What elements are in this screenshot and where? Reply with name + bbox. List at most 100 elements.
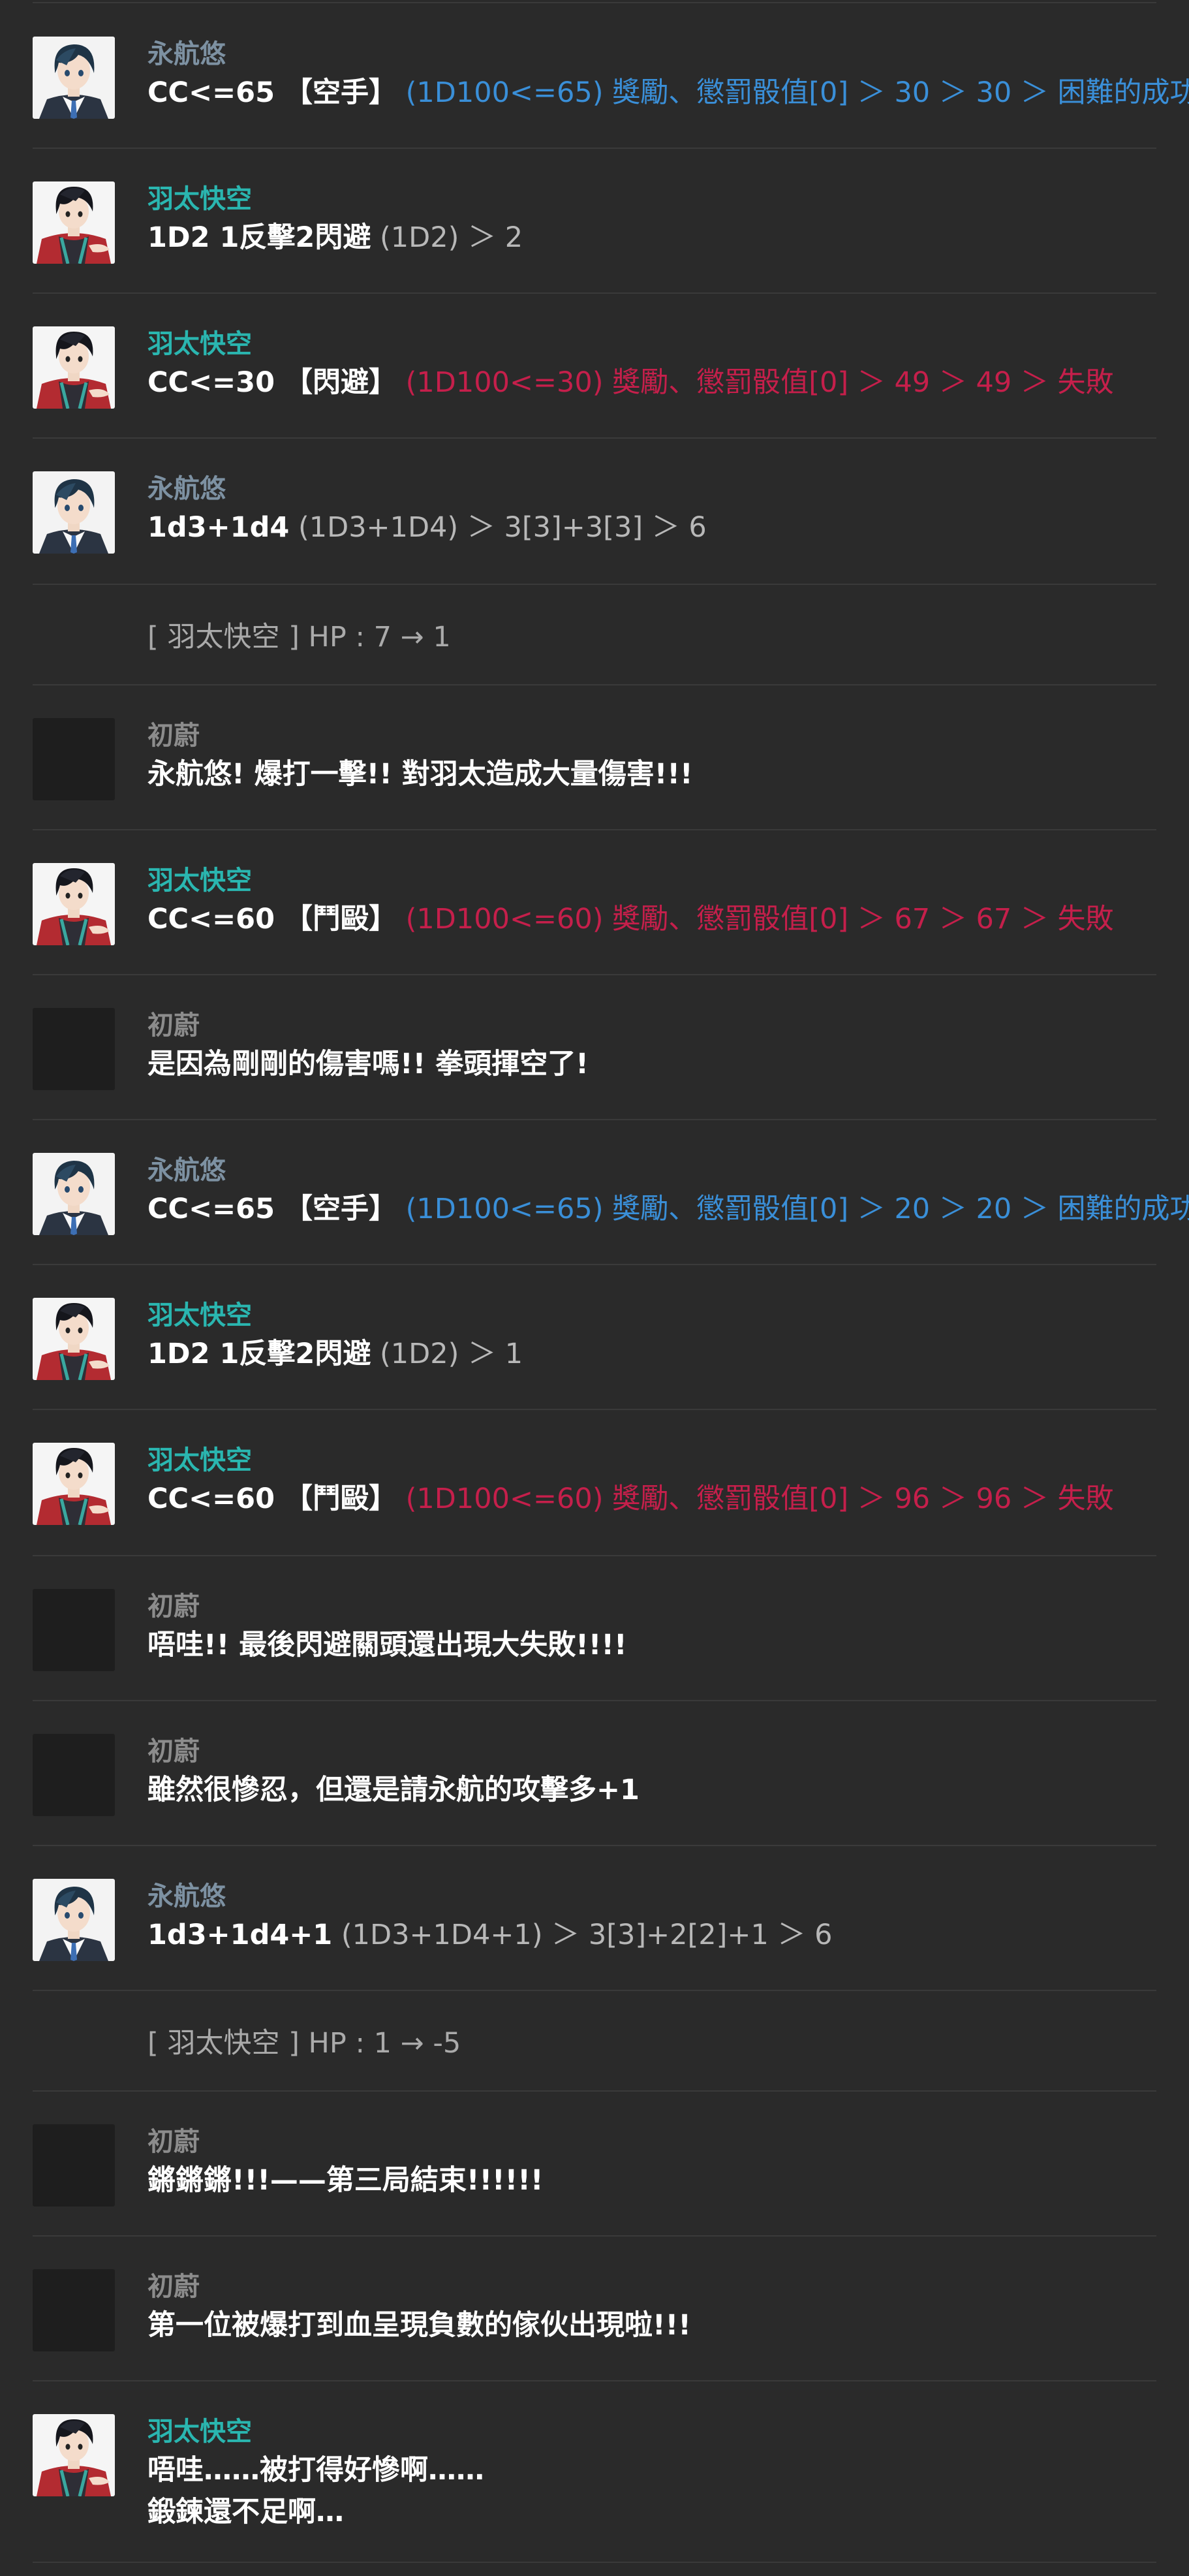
hp-change-note: [ 羽太快空 ] HP : 7 → 1 [147, 621, 451, 653]
message-text: 是因為剛剛的傷害嗎!! 拳頭揮空了! [147, 1048, 589, 1080]
hata-avatar[interactable] [33, 181, 115, 264]
blank-avatar[interactable] [33, 1589, 115, 1671]
blank-avatar[interactable] [33, 2124, 115, 2207]
chat-message: 羽太快空 CC<=60 【鬥毆】 (1D100<=60) 獎勵、懲罰骰值[0] ＞… [33, 1410, 1156, 1556]
message-body: 初蔚永航悠! 爆打一擊!! 對羽太造成大量傷害!!! [147, 718, 1156, 795]
dice-roll-line: CC<=60 【鬥毆】 (1D100<=60) 獎勵、懲罰骰值[0] ＞ 96 … [147, 1478, 1156, 1520]
chat-message: 羽太快空 CC<=60 【鬥毆】 (1D100<=60) 獎勵、懲罰骰值[0] ＞… [33, 830, 1156, 975]
message-body: 初蔚鏘鏘鏘!!!——第三局結束!!!!!! [147, 2124, 1156, 2201]
divider [33, 2, 1156, 3]
speaker-name[interactable]: 羽太快空 [147, 1443, 1156, 1478]
roll-command: CC<=60 【鬥毆】 [147, 903, 397, 935]
hp-change-note: [ 羽太快空 ] HP : 1 → -5 [147, 2027, 461, 2060]
message-text: 雖然很慘忍，但還是請永航的攻擊多+1 [147, 1774, 640, 1806]
message-body: 羽太快空 CC<=30 【閃避】 (1D100<=30) 獎勵、懲罰骰值[0] ＞… [147, 326, 1156, 403]
speaker-name[interactable]: 永航悠 [147, 37, 1156, 72]
chat-message: 初蔚鏘鏘鏘!!!——第三局結束!!!!!! [33, 2092, 1156, 2237]
message-text: 永航悠! 爆打一擊!! 對羽太造成大量傷害!!! [147, 758, 693, 791]
roll-result: (1D2) ＞ 2 [380, 221, 523, 254]
dice-roll-line: 1d3+1d4 (1D3+1D4) ＞ 3[3]+3[3] ＞ 6 [147, 507, 1156, 548]
speaker-name[interactable]: 羽太快空 [147, 2414, 1156, 2449]
chat-message: 初蔚唔哇!! 最後閃避關頭還出現大失敗!!!! [33, 1556, 1156, 1701]
message-body: 永航悠 CC<=65 【空手】 (1D100<=65) 獎勵、懲罰骰值[0] ＞ … [147, 37, 1189, 114]
roll-command: CC<=65 【空手】 [147, 76, 397, 109]
speaker-name[interactable]: 初蔚 [147, 1734, 1156, 1769]
hangkou-avatar[interactable] [33, 1153, 115, 1235]
hangkou-avatar[interactable] [33, 37, 115, 119]
message-body: 初蔚是因為剛剛的傷害嗎!! 拳頭揮空了! [147, 1008, 1156, 1085]
message-body: 羽太快空 唔哇……被打得好慘啊…… 鍛鍊還不足啊… [147, 2414, 1156, 2533]
speaker-name[interactable]: 羽太快空 [147, 181, 1156, 217]
roll-command: 1d3+1d4+1 [147, 1919, 333, 1951]
roll-result: (1D2) ＞ 1 [380, 1338, 523, 1370]
speaker-name[interactable]: 永航悠 [147, 1879, 1156, 1914]
roll-result: (1D3+1D4) ＞ 3[3]+3[3] ＞ 6 [298, 511, 707, 544]
speaker-name[interactable]: 初蔚 [147, 2124, 1156, 2160]
chat-message: 羽太快空 CC<=30 【閃避】 (1D100<=30) 獎勵、懲罰骰值[0] ＞… [33, 294, 1156, 439]
dice-roll-line: CC<=30 【閃避】 (1D100<=30) 獎勵、懲罰骰值[0] ＞ 49 … [147, 362, 1156, 403]
message-body: 羽太快空 CC<=60 【鬥毆】 (1D100<=60) 獎勵、懲罰骰值[0] ＞… [147, 1443, 1156, 1520]
roll-command: 1D2 1反擊2閃避 [147, 221, 371, 254]
message-text: 唔哇!! 最後閃避關頭還出現大失敗!!!! [147, 1629, 627, 1661]
hata-avatar[interactable] [33, 326, 115, 409]
roll-result: (1D100<=65) 獎勵、懲罰骰值[0] ＞ 30 ＞ 30 ＞ 困難的成功 [405, 76, 1189, 109]
speaker-name[interactable]: 羽太快空 [147, 1298, 1156, 1333]
hangkou-avatar[interactable] [33, 471, 115, 554]
chat-message: 初蔚雖然很慘忍，但還是請永航的攻擊多+1 [33, 1701, 1156, 1846]
chat-message: 永航悠 1d3+1d4 (1D3+1D4) ＞ 3[3]+3[3] ＞ 6 [33, 439, 1156, 585]
roll-command: CC<=65 【空手】 [147, 1193, 397, 1225]
dice-roll-line: CC<=65 【空手】 (1D100<=65) 獎勵、懲罰骰值[0] ＞ 20 … [147, 1188, 1189, 1230]
hangkou-avatar[interactable] [33, 1879, 115, 1961]
blank-avatar[interactable] [33, 718, 115, 800]
blank-avatar[interactable] [33, 2269, 115, 2351]
chat-message: 初蔚永航悠! 爆打一擊!! 對羽太造成大量傷害!!! [33, 685, 1156, 830]
chat-message: 初蔚第一位被爆打到血呈現負數的傢伙出現啦!!! [33, 2237, 1156, 2381]
roll-result: (1D100<=65) 獎勵、懲罰骰值[0] ＞ 20 ＞ 20 ＞ 困難的成功 [405, 1193, 1189, 1225]
blank-avatar[interactable] [33, 1008, 115, 1090]
dice-roll-line: 1d3+1d4+1 (1D3+1D4+1) ＞ 3[3]+2[2]+1 ＞ 6 [147, 1914, 1156, 1956]
chat-log: 永航悠 CC<=65 【空手】 (1D100<=65) 獎勵、懲罰骰值[0] ＞ … [0, 0, 1189, 2576]
message-body: 永航悠 CC<=65 【空手】 (1D100<=65) 獎勵、懲罰骰值[0] ＞ … [147, 1153, 1189, 1230]
roll-result: (1D100<=60) 獎勵、懲罰骰值[0] ＞ 67 ＞ 67 ＞ 失敗 [405, 903, 1114, 935]
speaker-name[interactable]: 羽太快空 [147, 863, 1156, 898]
message-body: 羽太快空 CC<=60 【鬥毆】 (1D100<=60) 獎勵、懲罰骰值[0] ＞… [147, 863, 1156, 940]
message-body: 羽太快空 1D2 1反擊2閃避 (1D2) ＞ 1 [147, 1298, 1156, 1375]
chat-message: 羽太快空 1D2 1反擊2閃避 (1D2) ＞ 1 [33, 1265, 1156, 1410]
hata-avatar[interactable] [33, 2414, 115, 2496]
roll-command: 1d3+1d4 [147, 511, 290, 544]
message-body: 初蔚第一位被爆打到血呈現負數的傢伙出現啦!!! [147, 2269, 1156, 2346]
roll-result: (1D100<=30) 獎勵、懲罰骰值[0] ＞ 49 ＞ 49 ＞ 失敗 [405, 366, 1114, 399]
chat-message: 永航悠 CC<=65 【空手】 (1D100<=65) 獎勵、懲罰骰值[0] ＞ … [33, 4, 1189, 149]
roll-result: (1D3+1D4+1) ＞ 3[3]+2[2]+1 ＞ 6 [341, 1919, 833, 1951]
hata-avatar[interactable] [33, 1443, 115, 1525]
roll-command: 1D2 1反擊2閃避 [147, 1338, 371, 1370]
roll-result: (1D100<=60) 獎勵、懲罰骰值[0] ＞ 96 ＞ 96 ＞ 失敗 [405, 1483, 1114, 1515]
chat-message: 永航悠 1d3+1d4+1 (1D3+1D4+1) ＞ 3[3]+2[2]+1 ＞… [33, 1846, 1156, 1991]
dice-roll-line: CC<=60 【鬥毆】 (1D100<=60) 獎勵、懲罰骰值[0] ＞ 67 … [147, 898, 1156, 940]
chat-message: 羽太快空 唔哇……被打得好慘啊…… 鍛鍊還不足啊… [33, 2381, 1156, 2563]
roll-command: CC<=30 【閃避】 [147, 366, 397, 399]
speaker-name[interactable]: 永航悠 [147, 471, 1156, 507]
blank-avatar[interactable] [33, 1734, 115, 1816]
speaker-name[interactable]: 初蔚 [147, 1589, 1156, 1624]
system-note: [ 羽太快空 ] HP : 7 → 1 [33, 585, 1156, 685]
hata-avatar[interactable] [33, 1298, 115, 1380]
dice-roll-line: 1D2 1反擊2閃避 (1D2) ＞ 2 [147, 217, 1156, 259]
speaker-name[interactable]: 初蔚 [147, 718, 1156, 753]
message-body: 永航悠 1d3+1d4 (1D3+1D4) ＞ 3[3]+3[3] ＞ 6 [147, 471, 1156, 548]
hata-avatar[interactable] [33, 863, 115, 945]
message-text: 第一位被爆打到血呈現負數的傢伙出現啦!!! [147, 2309, 691, 2342]
speaker-name[interactable]: 永航悠 [147, 1153, 1156, 1188]
dice-roll-line: CC<=65 【空手】 (1D100<=65) 獎勵、懲罰骰值[0] ＞ 30 … [147, 72, 1189, 114]
speaker-name[interactable]: 初蔚 [147, 1008, 1156, 1043]
message-body: 羽太快空 1D2 1反擊2閃避 (1D2) ＞ 2 [147, 181, 1156, 259]
chat-message: 永航悠 CC<=65 【空手】 (1D100<=65) 獎勵、懲罰骰值[0] ＞ … [33, 1120, 1189, 1265]
message-body: 初蔚雖然很慘忍，但還是請永航的攻擊多+1 [147, 1734, 1156, 1811]
chat-message: 初蔚是因為剛剛的傷害嗎!! 拳頭揮空了! [33, 975, 1156, 1120]
message-text: 唔哇……被打得好慘啊…… [147, 2454, 484, 2487]
speaker-name[interactable]: 初蔚 [147, 2269, 1156, 2304]
speaker-name[interactable]: 羽太快空 [147, 326, 1156, 362]
message-text: 鏘鏘鏘!!!——第三局結束!!!!!! [147, 2164, 544, 2197]
system-note: [ 羽太快空 ] HP : 1 → -5 [33, 1991, 1156, 2092]
chat-message: 羽太快空 1D2 1反擊2閃避 (1D2) ＞ 2 [33, 149, 1156, 294]
